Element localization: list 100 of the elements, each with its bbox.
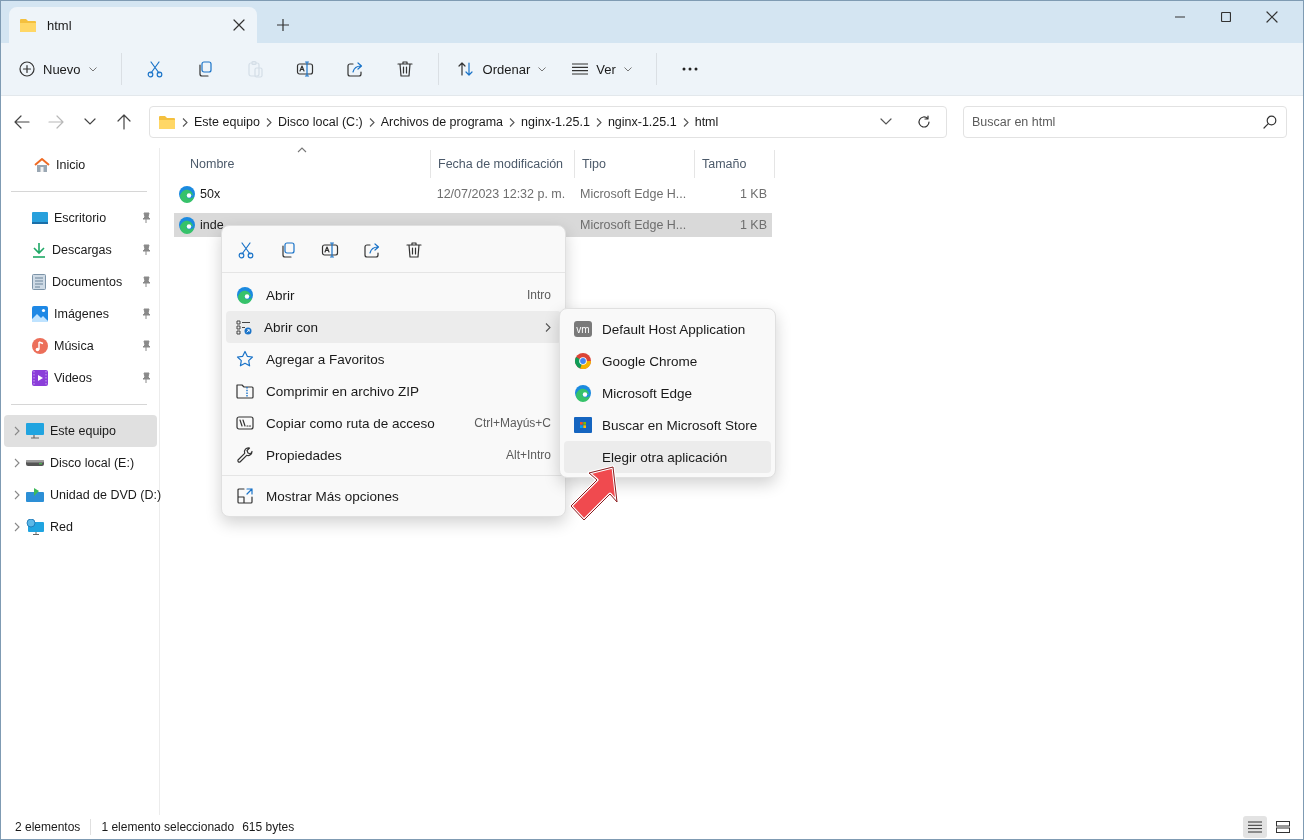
video-icon [32,370,48,386]
maximize-icon [1221,12,1231,22]
column-header[interactable]: Fecha de modificación [431,150,575,178]
file-size: 1 KB [738,218,768,232]
rename-icon [295,60,314,78]
column-header[interactable]: Tamaño [695,150,775,178]
expand-icon [236,487,254,505]
menu-item[interactable]: Agregar a Favoritos [226,343,561,375]
copy-icon [279,241,297,259]
breadcrumb[interactable]: Archivos de programa [380,115,504,129]
menu-item[interactable]: Copiar como ruta de acceso Ctrl+Mayús+C [226,407,561,439]
sort-icon [456,61,475,77]
file-type: Microsoft Edge H... [578,218,688,232]
search-icon [1263,115,1277,129]
menu-item[interactable]: Abrir Intro [226,279,561,311]
menu-item[interactable]: Elegir otra aplicación [564,441,771,473]
home-icon [34,157,50,173]
caret-icon [538,66,547,72]
view-lines-icon [572,63,589,75]
sidebar-item[interactable]: Videos [4,362,157,394]
menu-item[interactable]: Mostrar Más opciones [226,480,561,512]
desktop-icon [32,211,48,225]
window-tab[interactable]: html [9,7,257,43]
sidebar-item[interactable]: Disco local (E:) [4,447,157,479]
plus-icon [277,19,289,31]
sidebar-item[interactable]: Descargas [4,234,157,266]
sidebar-item[interactable]: Imágenes [4,298,157,330]
file-name: 50x [200,187,221,201]
menu-item[interactable]: Propiedades Alt+Intro [226,439,561,471]
file-type: Microsoft Edge H... [578,187,688,201]
status-text: 615 bytes [242,820,295,834]
menu-item[interactable]: Google Chrome [564,345,771,377]
menu-item[interactable]: Abrir con [226,311,561,343]
pin-icon [141,212,151,224]
chevron-icon [14,458,20,468]
chrome-icon [574,352,592,370]
details-view-button[interactable] [1243,816,1267,838]
dvd-drive-icon [26,487,44,503]
trash-icon [395,60,414,78]
sort-button[interactable]: Ordenar [448,51,555,87]
forward-arrow-icon [48,115,64,129]
column-header[interactable]: Tipo [575,150,695,178]
breadcrumb[interactable]: Disco local (C:) [278,115,363,129]
menu-item[interactable]: Comprimir en archivo ZIP [226,375,561,407]
breadcrumb[interactable]: nginx-1.25.1 [607,115,677,129]
sidebar-item[interactable]: Música [4,330,157,362]
close-icon [233,19,245,31]
star-icon [236,350,254,368]
app-logo: vm [574,321,592,337]
breadcrumb[interactable]: html [694,115,719,129]
sidebar-item[interactable]: Escritorio [4,202,157,234]
trash-icon [405,241,423,259]
chevron-icon [595,117,602,127]
sidebar-item[interactable]: Este equipo [4,415,157,447]
chevron-icon [182,117,188,127]
folder-icon [19,17,37,33]
zip-folder-icon [236,383,254,399]
pin-icon [141,308,151,320]
new-button[interactable]: Nuevo [11,51,105,87]
menu-item[interactable]: Buscar en Microsoft Store [564,409,771,441]
chevron-down-icon [84,118,96,126]
download-icon [32,242,46,258]
caret-icon [88,66,97,72]
caret-icon [623,66,632,72]
edge-icon [574,384,592,402]
status-text: 2 elementos [15,820,81,834]
view-button[interactable]: Ver [564,51,640,87]
menu-item[interactable]: Microsoft Edge [564,377,771,409]
edge-icon [178,216,196,234]
more-icon [681,67,698,71]
computer-icon [26,423,44,439]
share-icon [345,60,364,78]
sidebar-item[interactable]: Inicio [24,149,157,181]
up-arrow-icon [117,114,131,130]
music-icon [32,338,48,354]
search-field[interactable]: Buscar en html [963,106,1287,138]
edge-icon [178,185,196,203]
pin-icon [141,340,151,352]
file-size: 1 KB [738,187,768,201]
address-bar[interactable]: Este equipo Disco local (C:) Archivos de programa nginx-1.25.1 nginx-1.25.1 html [149,106,947,138]
network-icon [26,519,44,535]
menu-item[interactable]: vm Default Host Application [564,313,771,345]
chevron-down-icon [880,118,892,126]
chevron-icon [509,117,516,127]
chevron-icon [682,117,689,127]
sidebar-item[interactable]: Documentos [4,266,157,298]
chevron-icon [14,522,20,532]
breadcrumb[interactable]: Este equipo [194,115,261,129]
sidebar-item[interactable]: Red [4,511,157,543]
pin-icon [141,244,151,256]
chevron-icon [266,117,273,127]
file-row[interactable]: 50x 12/07/2023 12:32 p. m. Microsoft Edge H... 1 KB [174,182,772,206]
column-header[interactable]: Nombre [174,150,431,178]
folder-icon [158,114,176,130]
edge-icon [236,286,254,304]
breadcrumb[interactable]: nginx-1.25.1 [521,115,590,129]
refresh-icon [917,115,931,129]
image-icon [32,306,48,322]
date-modified: 12/07/2023 12:32 p. m. [435,187,567,201]
wrench-icon [236,446,254,464]
